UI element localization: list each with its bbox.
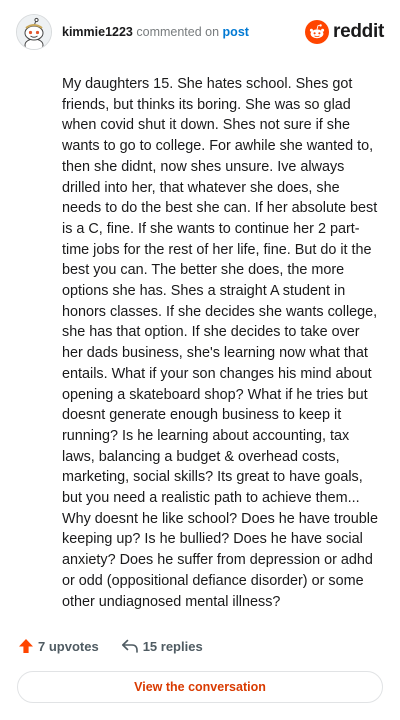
- brand-wordmark: reddit: [333, 21, 384, 42]
- reddit-brand[interactable]: reddit: [305, 20, 384, 44]
- reddit-logo-icon: [305, 20, 330, 44]
- post-link[interactable]: post: [223, 25, 249, 39]
- commented-on-text: commented on: [136, 25, 220, 39]
- upvote-button[interactable]: 7 upvotes: [18, 638, 99, 654]
- username[interactable]: kimmie1223: [62, 25, 133, 39]
- comment-header: kimmie1223 commented on post reddit: [16, 14, 384, 50]
- upvote-arrow-icon: [19, 639, 33, 653]
- comment-actions: 7 upvotes 15 replies: [18, 636, 203, 656]
- view-conversation-button[interactable]: View the conversation: [17, 671, 383, 703]
- comment-card: kimmie1223 commented on post reddit My d…: [0, 0, 400, 720]
- replies-button[interactable]: 15 replies: [121, 638, 203, 654]
- replies-count: 15 replies: [142, 638, 203, 654]
- snoo-avatar-icon[interactable]: [16, 14, 52, 50]
- comment-meta: kimmie1223 commented on post: [62, 25, 305, 39]
- comment-body: My daughters 15. She hates school. Shes …: [62, 76, 378, 610]
- upvote-count: 7 upvotes: [38, 638, 99, 654]
- reply-arrow-icon: [121, 639, 138, 653]
